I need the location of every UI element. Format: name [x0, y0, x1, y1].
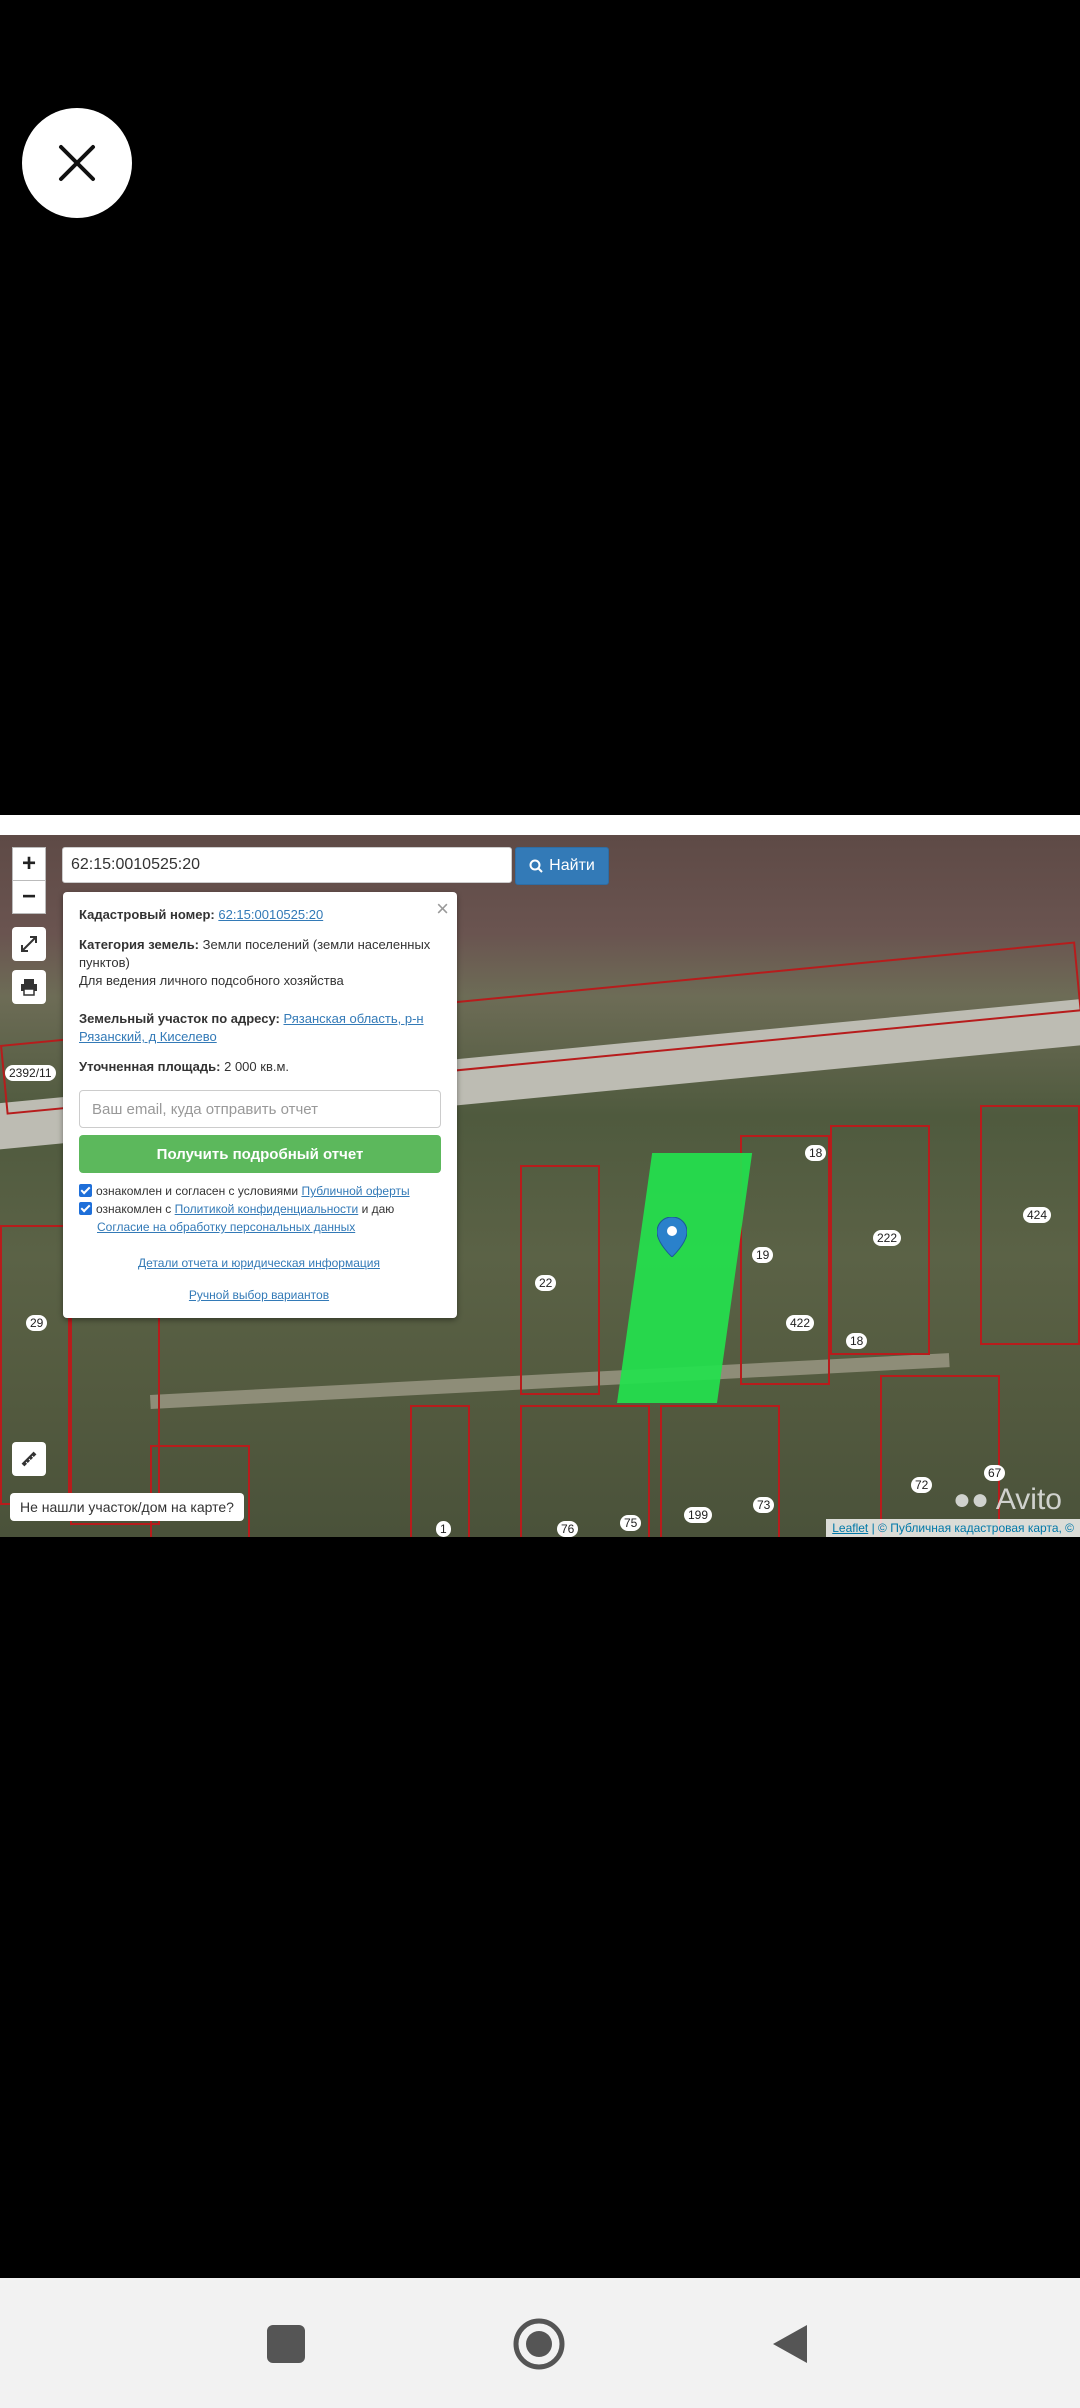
leaflet-link: Leaflet	[832, 1521, 869, 1535]
system-navigation-bar	[0, 2278, 1080, 2408]
plot-number: 75	[620, 1515, 642, 1531]
usage-text: Для ведения личного подсобного хозяйства	[79, 973, 344, 988]
area-value: 2 000 кв.м.	[224, 1059, 290, 1074]
email-input: Ваш email, куда отправить отчет	[79, 1090, 441, 1128]
photo-top-border	[0, 815, 1080, 835]
parcel-boundary	[410, 1405, 470, 1537]
address-label: Земельный участок по адресу:	[79, 1011, 280, 1026]
get-report-button: Получить подробный отчет	[79, 1135, 441, 1173]
parcel-boundary	[980, 1105, 1080, 1345]
fullscreen-button	[12, 927, 46, 961]
plot-number: 199	[684, 1507, 713, 1523]
search-button: Найти	[515, 847, 609, 885]
report-button-label: Получить подробный отчет	[156, 1145, 364, 1163]
consent-text: ознакомлен и согласен с условиями	[96, 1184, 299, 1198]
cadastral-link: 62:15:0010525:20	[218, 907, 324, 922]
not-found-button: Не нашли участок/дом на карте?	[10, 1493, 244, 1521]
plot-number: 1	[436, 1521, 451, 1537]
consent-text: и даю	[361, 1202, 395, 1216]
not-found-label: Не нашли участок/дом на карте?	[20, 1499, 234, 1515]
plot-info-popup: × Кадастровый номер: 62:15:0010525:20 Ка…	[63, 892, 457, 1318]
map-attribution: Leaflet | © Публичная кадастровая карта,…	[826, 1519, 1080, 1537]
plot-number: 72	[911, 1477, 933, 1493]
offer-link: Публичной оферты	[301, 1184, 410, 1198]
plot-number: 422	[786, 1315, 815, 1331]
email-placeholder: Ваш email, куда отправить отчет	[92, 1100, 319, 1118]
parcel-boundary	[150, 1445, 250, 1537]
print-button	[12, 970, 46, 1004]
parcel-boundary	[660, 1405, 780, 1537]
recents-button[interactable]	[260, 2318, 312, 2370]
plot-number: 67	[984, 1465, 1006, 1481]
plot-number: 73	[753, 1497, 775, 1513]
back-button[interactable]	[764, 2318, 816, 2370]
avito-watermark-text: Avito	[995, 1483, 1062, 1516]
plot-number: 18	[846, 1333, 868, 1349]
manual-select-link: Ручной выбор вариантов	[188, 1288, 330, 1302]
parcel-boundary	[520, 1165, 600, 1395]
zoom-out-button: −	[12, 880, 46, 914]
ruler-icon	[21, 1451, 37, 1467]
location-pin-icon	[657, 1217, 687, 1257]
plot-number: 18	[805, 1145, 827, 1161]
expand-icon	[21, 936, 37, 952]
area-label: Уточненная площадь:	[79, 1059, 221, 1074]
details-link: Детали отчета и юридическая информация	[138, 1256, 380, 1270]
cadastral-label: Кадастровый номер:	[79, 907, 215, 922]
cadastral-search-input: 62:15:0010525:20	[62, 847, 512, 883]
privacy-link: Политикой конфиденциальности	[174, 1202, 359, 1216]
consent-text: ознакомлен с	[96, 1202, 172, 1216]
search-icon	[529, 859, 543, 873]
map-screenshot: 2392/11 18 19 22 222 424 29 422 18 67 72…	[0, 835, 1080, 1537]
plot-number: 22	[535, 1275, 557, 1291]
back-triangle-icon	[773, 2325, 807, 2363]
plot-number: 19	[752, 1247, 774, 1263]
privacy-checkbox	[79, 1202, 92, 1215]
plot-number: 424	[1023, 1207, 1052, 1223]
plot-number: 29	[26, 1315, 48, 1331]
search-input-value: 62:15:0010525:20	[71, 856, 201, 873]
zoom-in-button: +	[12, 847, 46, 881]
plot-number: 2392/11	[5, 1065, 56, 1081]
home-button[interactable]	[513, 2318, 565, 2370]
attribution-text: | © Публичная кадастровая карта, ©	[871, 1521, 1074, 1535]
plot-number: 222	[873, 1230, 902, 1246]
personal-data-link: Согласие на обработку персональных данны…	[97, 1220, 356, 1234]
close-button[interactable]	[22, 108, 132, 218]
printer-icon	[21, 979, 37, 996]
category-label: Категория земель:	[79, 937, 200, 952]
ruler-button	[12, 1442, 46, 1476]
avito-watermark: ●● Avito	[953, 1483, 1062, 1517]
search-button-label: Найти	[549, 857, 595, 874]
avito-logo-icon: ●●	[952, 1483, 990, 1516]
plot-number: 76	[557, 1521, 579, 1537]
square-icon	[267, 2325, 305, 2363]
home-circle-icon	[513, 2318, 565, 2370]
listing-photo[interactable]: 2392/11 18 19 22 222 424 29 422 18 67 72…	[0, 815, 1080, 1537]
offer-checkbox	[79, 1184, 92, 1197]
close-icon	[59, 145, 95, 181]
